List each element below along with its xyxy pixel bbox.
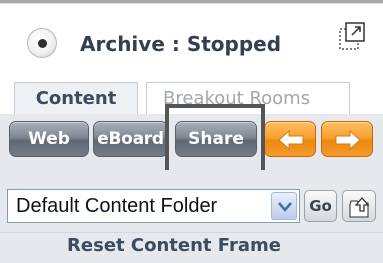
archive-radio-button[interactable] [27, 28, 57, 58]
tab-breakout-rooms[interactable]: Breakout Rooms [146, 82, 350, 114]
archive-status: Archive : Stopped [80, 32, 282, 56]
dropdown-arrow-icon[interactable] [271, 192, 297, 220]
arrow-right-icon [335, 129, 361, 151]
folder-up-icon [349, 197, 370, 218]
top-border-light [0, 3, 383, 4]
radio-dot [38, 39, 47, 48]
back-button[interactable] [264, 121, 316, 157]
folder-up-button[interactable] [342, 190, 376, 222]
forward-button[interactable] [321, 121, 373, 157]
arrow-left-icon [278, 129, 304, 151]
reset-content-frame-link[interactable]: Reset Content Frame [0, 232, 348, 260]
selected-folder: Default Content Folder [16, 195, 218, 217]
share-button[interactable]: Share [175, 121, 257, 157]
web-button[interactable]: Web [9, 121, 89, 157]
tab-content[interactable]: Content [14, 82, 138, 114]
go-button[interactable]: Go [304, 190, 337, 222]
popout-window-icon[interactable] [338, 21, 366, 51]
content-folder-select[interactable]: Default Content Folder [7, 189, 300, 223]
eboard-button[interactable]: eBoard [93, 121, 168, 157]
